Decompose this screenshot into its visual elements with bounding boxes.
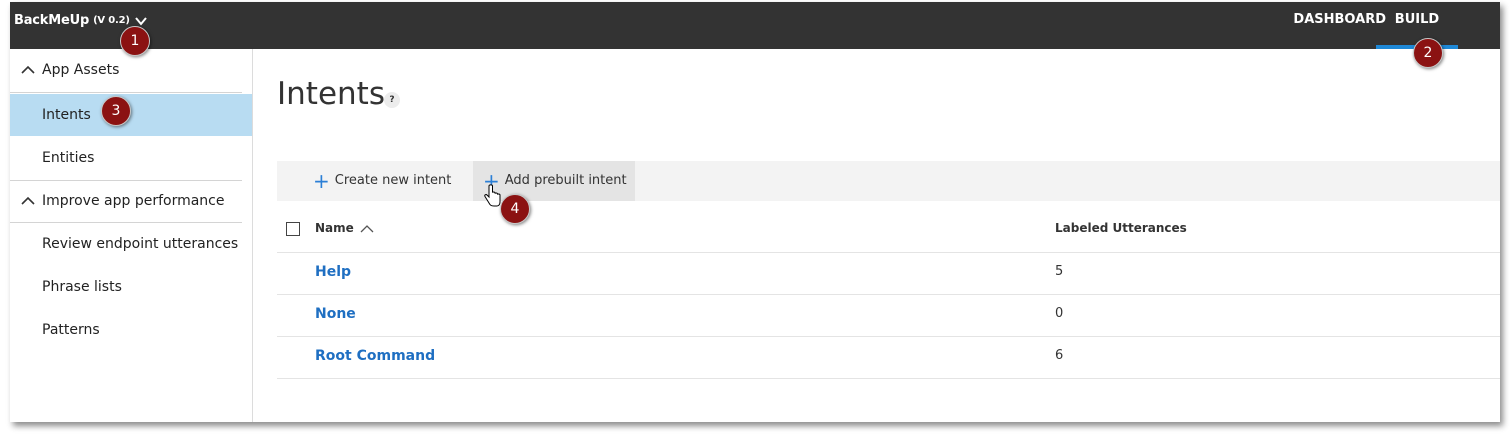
table-row: None 0 — [277, 295, 1500, 337]
table-header: Name Labeled Utterances — [277, 207, 1500, 253]
button-label: Create new intent — [334, 173, 452, 188]
sort-ascending-icon — [360, 224, 374, 232]
sidebar-item-patterns[interactable]: Patterns — [10, 309, 252, 351]
sidebar-item-intents[interactable]: Intents — [10, 94, 252, 136]
page-title: Intents — [277, 76, 385, 112]
app-name: BackMeUp — [14, 13, 90, 28]
section-label: Improve app performance — [42, 193, 225, 209]
nav-dashboard[interactable]: DASHBOARD — [1291, 2, 1388, 49]
intent-link[interactable]: Root Command — [315, 348, 435, 364]
column-header-name[interactable]: Name — [315, 221, 374, 235]
callout-marker: 1 — [120, 26, 150, 56]
column-header-labeled-utterances[interactable]: Labeled Utterances — [1055, 221, 1187, 235]
intent-link[interactable]: Help — [315, 264, 351, 280]
app-switcher[interactable]: BackMeUp (V 0.2) — [14, 13, 148, 28]
sidebar-item-label: Entities — [42, 150, 95, 166]
table-row: Root Command 6 — [277, 337, 1500, 379]
sidebar-item-phrase-lists[interactable]: Phrase lists — [10, 266, 252, 308]
sidebar-item-entities[interactable]: Entities — [10, 137, 252, 179]
utterance-count: 5 — [1055, 264, 1064, 279]
section-label: App Assets — [42, 62, 120, 78]
app-window: BackMeUp (V 0.2) DASHBOARD BUILD App Ass… — [10, 2, 1500, 422]
sidebar-item-label: Phrase lists — [42, 279, 122, 295]
section-improve-app-performance[interactable]: Improve app performance — [10, 180, 242, 222]
section-app-assets[interactable]: App Assets — [10, 49, 242, 91]
sidebar-item-review-endpoint-utterances[interactable]: Review endpoint utterances — [10, 223, 252, 265]
toolbar: + Create new intent + Add prebuilt inten… — [277, 161, 1500, 201]
button-label: Add prebuilt intent — [504, 173, 627, 188]
plus-icon: + — [313, 169, 330, 193]
sidebar-item-label: Review endpoint utterances — [42, 236, 239, 252]
callout-marker: 4 — [500, 194, 530, 224]
main-content: Intents ? + Create new intent + Add preb… — [253, 49, 1500, 422]
select-all-checkbox[interactable] — [286, 222, 300, 236]
create-new-intent-button[interactable]: + Create new intent — [313, 161, 451, 201]
chevron-down-icon[interactable] — [134, 15, 148, 27]
divider — [10, 92, 242, 93]
chevron-up-icon — [21, 196, 35, 205]
sidebar-item-label: Patterns — [42, 322, 100, 338]
table-row: Help 5 — [277, 253, 1500, 295]
help-icon[interactable]: ? — [384, 92, 400, 108]
app-version: (V 0.2) — [93, 15, 130, 26]
callout-marker: 2 — [1413, 38, 1443, 68]
intent-link[interactable]: None — [315, 306, 356, 322]
utterance-count: 0 — [1055, 306, 1064, 321]
top-bar: BackMeUp (V 0.2) DASHBOARD BUILD — [10, 2, 1500, 49]
sidebar-item-label: Intents — [42, 107, 91, 123]
callout-marker: 3 — [101, 96, 131, 126]
utterance-count: 6 — [1055, 348, 1064, 363]
chevron-up-icon — [21, 65, 35, 74]
hand-pointer-icon — [484, 184, 501, 207]
column-label: Name — [315, 221, 354, 235]
sidebar: App Assets Intents Entities Improve app … — [10, 49, 253, 422]
